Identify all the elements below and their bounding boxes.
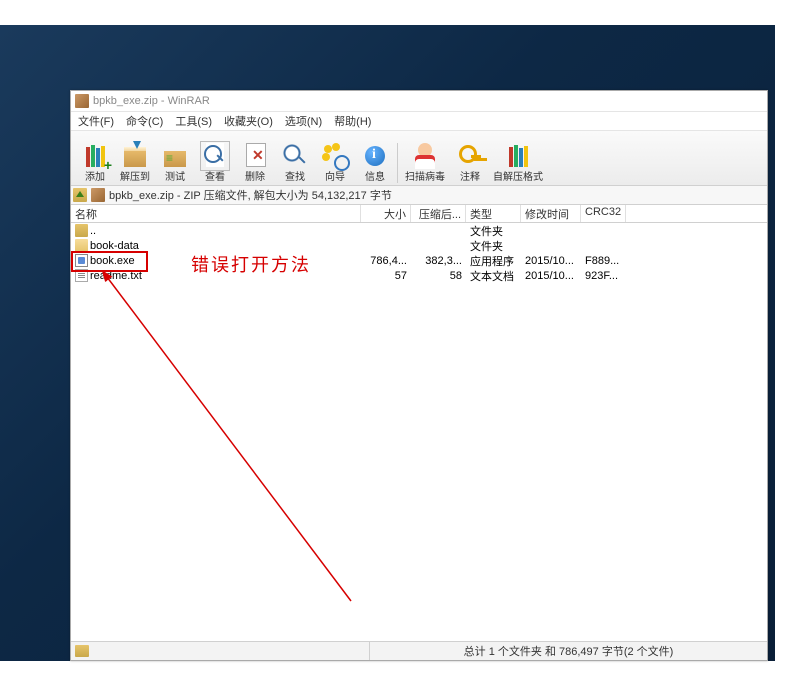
find-icon — [280, 141, 310, 171]
add-label: 添加 — [85, 172, 105, 183]
cell-type: 文本文档 — [466, 268, 521, 284]
app-icon — [75, 94, 89, 108]
scan-icon — [410, 141, 440, 171]
file-icon — [75, 269, 88, 282]
file-icon — [75, 224, 88, 237]
file-row[interactable]: .. 文件夹 — [71, 223, 767, 238]
cell-name: readme.txt — [71, 269, 361, 282]
file-icon — [75, 254, 88, 267]
wizard-button[interactable]: 向导 — [315, 137, 355, 183]
col-type[interactable]: 类型 — [466, 205, 521, 222]
sfx-icon — [503, 141, 533, 171]
cell-type: 文件夹 — [466, 238, 521, 254]
cell-date: 2015/10... — [521, 270, 581, 282]
col-compressed[interactable]: 压缩后... — [411, 205, 466, 222]
delete-button[interactable]: 删除 — [235, 137, 275, 183]
extract-button[interactable]: 解压到 — [115, 137, 155, 183]
toolbar-separator — [397, 143, 398, 183]
annotation-arrow — [101, 271, 361, 611]
menu-file[interactable]: 文件(F) — [73, 112, 119, 130]
archive-icon — [91, 188, 105, 202]
menubar: 文件(F) 命令(C) 工具(S) 收藏夹(O) 选项(N) 帮助(H) — [71, 112, 767, 131]
cell-crc: F889... — [581, 255, 626, 267]
col-date[interactable]: 修改时间 — [521, 205, 581, 222]
file-name: readme.txt — [90, 270, 142, 282]
up-folder-icon[interactable] — [73, 188, 87, 202]
file-row[interactable]: readme.txt 5758文本文档2015/10...923F... — [71, 268, 767, 283]
info-button[interactable]: 信息 — [355, 137, 395, 183]
status-left — [71, 642, 370, 660]
find-label: 查找 — [285, 172, 305, 183]
cell-crc: 923F... — [581, 270, 626, 282]
menu-option[interactable]: 选项(N) — [280, 112, 327, 130]
test-label: 测试 — [165, 172, 185, 183]
toolbar: 添加 解压到 测试 查看 删除 查找 — [71, 131, 767, 186]
cell-date: 2015/10... — [521, 255, 581, 267]
file-name: book-data — [90, 240, 139, 252]
col-name[interactable]: 名称 — [71, 205, 361, 222]
drive-icon — [75, 645, 89, 657]
cell-type: 应用程序 — [466, 253, 521, 269]
menu-help[interactable]: 帮助(H) — [329, 112, 376, 130]
titlebar[interactable]: bpkb_exe.zip - WinRAR — [71, 91, 767, 112]
cell-name: .. — [71, 224, 361, 237]
file-name: .. — [90, 225, 96, 237]
address-bar[interactable]: bpkb_exe.zip - ZIP 压缩文件, 解包大小为 54,132,21… — [71, 186, 767, 205]
wizard-icon — [320, 141, 350, 171]
file-row[interactable]: book-data 文件夹 — [71, 238, 767, 253]
col-crc[interactable]: CRC32 — [581, 205, 626, 222]
view-label: 查看 — [205, 172, 225, 183]
sfx-label: 自解压格式 — [493, 172, 543, 183]
desktop-background: bpkb_exe.zip - WinRAR 文件(F) 命令(C) 工具(S) … — [0, 25, 775, 661]
cell-name: book.exe — [71, 254, 361, 267]
cell-size: 786,4... — [361, 255, 411, 267]
wizard-label: 向导 — [325, 172, 345, 183]
cell-compressed: 58 — [411, 270, 466, 282]
scan-button[interactable]: 扫描病毒 — [400, 137, 450, 183]
sfx-button[interactable]: 自解压格式 — [490, 137, 546, 183]
delete-icon — [240, 141, 270, 171]
menu-tool[interactable]: 工具(S) — [170, 112, 217, 130]
delete-label: 删除 — [245, 172, 265, 183]
test-button[interactable]: 测试 — [155, 137, 195, 183]
comment-icon — [455, 141, 485, 171]
column-header: 名称 大小 压缩后... 类型 修改时间 CRC32 — [71, 205, 767, 223]
file-name: book.exe — [90, 255, 135, 267]
file-row[interactable]: book.exe 786,4...382,3...应用程序2015/10...F8… — [71, 253, 767, 268]
info-icon — [360, 141, 390, 171]
status-summary: 总计 1 个文件夹 和 786,497 字节(2 个文件) — [370, 643, 767, 659]
col-size[interactable]: 大小 — [361, 205, 411, 222]
comment-label: 注释 — [460, 172, 480, 183]
menu-favorite[interactable]: 收藏夹(O) — [219, 112, 278, 130]
info-label: 信息 — [365, 172, 385, 183]
file-icon — [75, 239, 88, 252]
cell-type: 文件夹 — [466, 223, 521, 239]
find-button[interactable]: 查找 — [275, 137, 315, 183]
cell-size: 57 — [361, 270, 411, 282]
add-icon — [80, 141, 110, 171]
extract-label: 解压到 — [120, 172, 150, 183]
menu-command[interactable]: 命令(C) — [121, 112, 168, 130]
cell-name: book-data — [71, 239, 361, 252]
test-icon — [160, 141, 190, 171]
cell-compressed: 382,3... — [411, 255, 466, 267]
scan-label: 扫描病毒 — [405, 172, 445, 183]
comment-button[interactable]: 注释 — [450, 137, 490, 183]
file-list[interactable]: .. 文件夹 book-data 文件夹 book.exe 786,4...382,3..… — [71, 223, 767, 641]
window-title: bpkb_exe.zip - WinRAR — [93, 95, 210, 107]
status-bar: 总计 1 个文件夹 和 786,497 字节(2 个文件) — [71, 641, 767, 660]
add-button[interactable]: 添加 — [75, 137, 115, 183]
winrar-window: bpkb_exe.zip - WinRAR 文件(F) 命令(C) 工具(S) … — [70, 90, 768, 661]
view-button[interactable]: 查看 — [195, 137, 235, 183]
address-text: bpkb_exe.zip - ZIP 压缩文件, 解包大小为 54,132,21… — [109, 187, 392, 203]
extract-icon — [120, 141, 150, 171]
